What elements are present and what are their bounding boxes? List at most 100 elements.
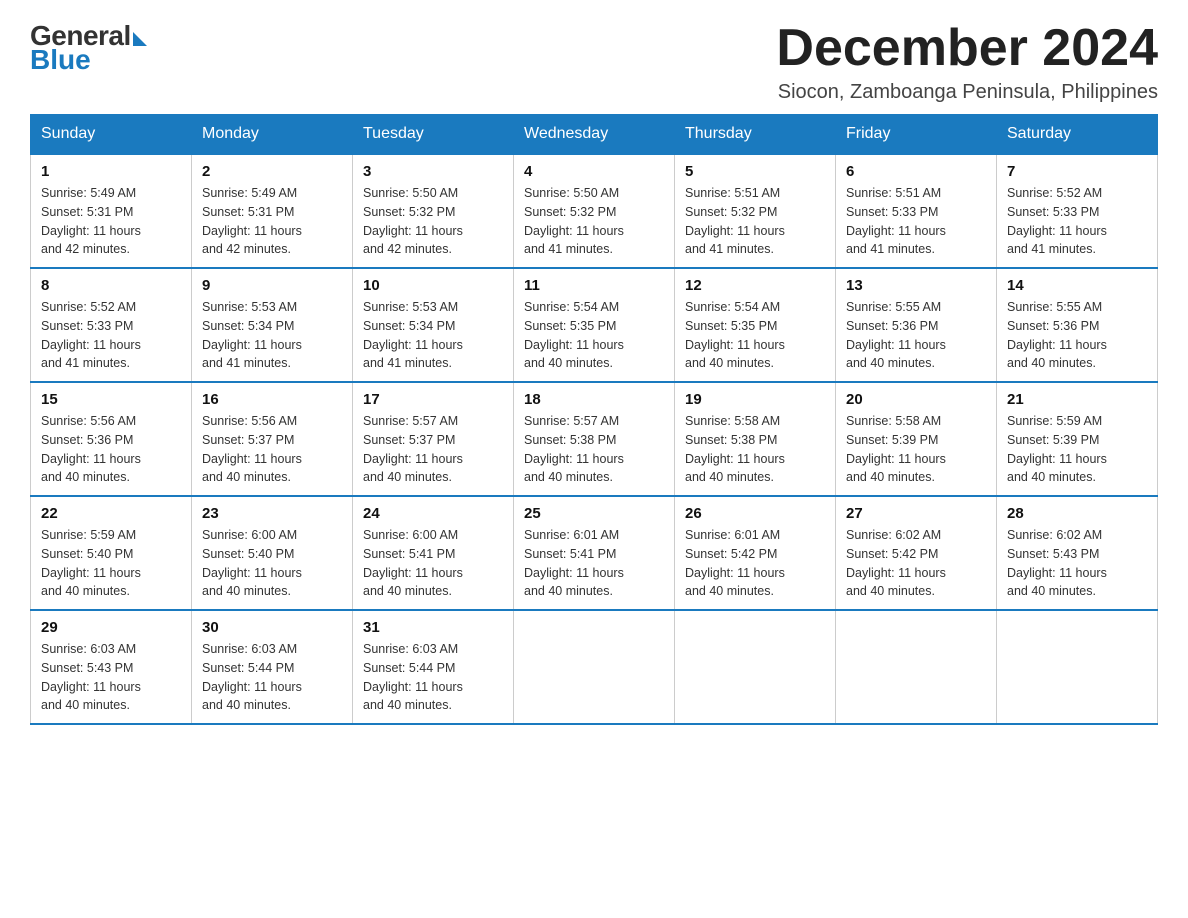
- day-number: 19: [685, 391, 825, 408]
- title-area: December 2024 Siocon, Zamboanga Peninsul…: [776, 20, 1158, 104]
- day-info: Sunrise: 6:01 AM Sunset: 5:41 PM Dayligh…: [524, 526, 664, 601]
- calendar-cell: 26 Sunrise: 6:01 AM Sunset: 5:42 PM Dayl…: [675, 496, 836, 610]
- day-number: 11: [524, 277, 664, 294]
- week-row-1: 1 Sunrise: 5:49 AM Sunset: 5:31 PM Dayli…: [31, 154, 1158, 268]
- calendar-table: Sunday Monday Tuesday Wednesday Thursday…: [30, 114, 1158, 725]
- calendar-cell: 20 Sunrise: 5:58 AM Sunset: 5:39 PM Dayl…: [836, 382, 997, 496]
- calendar-cell: 16 Sunrise: 5:56 AM Sunset: 5:37 PM Dayl…: [192, 382, 353, 496]
- calendar-cell: 8 Sunrise: 5:52 AM Sunset: 5:33 PM Dayli…: [31, 268, 192, 382]
- calendar-cell: [514, 610, 675, 724]
- page-header: General Blue December 2024 Siocon, Zambo…: [30, 20, 1158, 104]
- calendar-cell: 28 Sunrise: 6:02 AM Sunset: 5:43 PM Dayl…: [997, 496, 1158, 610]
- day-info: Sunrise: 5:52 AM Sunset: 5:33 PM Dayligh…: [41, 298, 181, 373]
- day-info: Sunrise: 5:56 AM Sunset: 5:36 PM Dayligh…: [41, 412, 181, 487]
- calendar-cell: 14 Sunrise: 5:55 AM Sunset: 5:36 PM Dayl…: [997, 268, 1158, 382]
- day-info: Sunrise: 5:57 AM Sunset: 5:38 PM Dayligh…: [524, 412, 664, 487]
- day-info: Sunrise: 5:54 AM Sunset: 5:35 PM Dayligh…: [524, 298, 664, 373]
- day-info: Sunrise: 6:03 AM Sunset: 5:43 PM Dayligh…: [41, 640, 181, 715]
- day-number: 24: [363, 505, 503, 522]
- day-info: Sunrise: 5:57 AM Sunset: 5:37 PM Dayligh…: [363, 412, 503, 487]
- day-number: 28: [1007, 505, 1147, 522]
- day-number: 23: [202, 505, 342, 522]
- calendar-cell: 11 Sunrise: 5:54 AM Sunset: 5:35 PM Dayl…: [514, 268, 675, 382]
- day-number: 29: [41, 619, 181, 636]
- calendar-cell: 21 Sunrise: 5:59 AM Sunset: 5:39 PM Dayl…: [997, 382, 1158, 496]
- day-number: 30: [202, 619, 342, 636]
- calendar-cell: 4 Sunrise: 5:50 AM Sunset: 5:32 PM Dayli…: [514, 154, 675, 268]
- calendar-cell: 9 Sunrise: 5:53 AM Sunset: 5:34 PM Dayli…: [192, 268, 353, 382]
- day-number: 7: [1007, 163, 1147, 180]
- calendar-cell: 10 Sunrise: 5:53 AM Sunset: 5:34 PM Dayl…: [353, 268, 514, 382]
- day-info: Sunrise: 5:59 AM Sunset: 5:39 PM Dayligh…: [1007, 412, 1147, 487]
- calendar-cell: 7 Sunrise: 5:52 AM Sunset: 5:33 PM Dayli…: [997, 154, 1158, 268]
- day-number: 17: [363, 391, 503, 408]
- calendar-cell: 25 Sunrise: 6:01 AM Sunset: 5:41 PM Dayl…: [514, 496, 675, 610]
- week-row-3: 15 Sunrise: 5:56 AM Sunset: 5:36 PM Dayl…: [31, 382, 1158, 496]
- day-info: Sunrise: 5:55 AM Sunset: 5:36 PM Dayligh…: [1007, 298, 1147, 373]
- logo-blue-text: Blue: [30, 44, 91, 76]
- day-info: Sunrise: 5:51 AM Sunset: 5:33 PM Dayligh…: [846, 184, 986, 259]
- day-info: Sunrise: 5:52 AM Sunset: 5:33 PM Dayligh…: [1007, 184, 1147, 259]
- day-info: Sunrise: 5:51 AM Sunset: 5:32 PM Dayligh…: [685, 184, 825, 259]
- day-info: Sunrise: 6:02 AM Sunset: 5:43 PM Dayligh…: [1007, 526, 1147, 601]
- header-monday: Monday: [192, 115, 353, 155]
- day-info: Sunrise: 6:00 AM Sunset: 5:41 PM Dayligh…: [363, 526, 503, 601]
- day-info: Sunrise: 5:56 AM Sunset: 5:37 PM Dayligh…: [202, 412, 342, 487]
- day-number: 18: [524, 391, 664, 408]
- weekday-header-row: Sunday Monday Tuesday Wednesday Thursday…: [31, 115, 1158, 155]
- day-number: 15: [41, 391, 181, 408]
- header-saturday: Saturday: [997, 115, 1158, 155]
- day-number: 27: [846, 505, 986, 522]
- day-number: 1: [41, 163, 181, 180]
- day-info: Sunrise: 6:02 AM Sunset: 5:42 PM Dayligh…: [846, 526, 986, 601]
- day-info: Sunrise: 6:00 AM Sunset: 5:40 PM Dayligh…: [202, 526, 342, 601]
- calendar-cell: 29 Sunrise: 6:03 AM Sunset: 5:43 PM Dayl…: [31, 610, 192, 724]
- calendar-cell: 19 Sunrise: 5:58 AM Sunset: 5:38 PM Dayl…: [675, 382, 836, 496]
- day-number: 14: [1007, 277, 1147, 294]
- day-number: 16: [202, 391, 342, 408]
- day-info: Sunrise: 6:03 AM Sunset: 5:44 PM Dayligh…: [363, 640, 503, 715]
- day-info: Sunrise: 5:58 AM Sunset: 5:38 PM Dayligh…: [685, 412, 825, 487]
- day-number: 4: [524, 163, 664, 180]
- calendar-cell: 2 Sunrise: 5:49 AM Sunset: 5:31 PM Dayli…: [192, 154, 353, 268]
- month-title: December 2024: [776, 20, 1158, 77]
- day-info: Sunrise: 5:55 AM Sunset: 5:36 PM Dayligh…: [846, 298, 986, 373]
- week-row-2: 8 Sunrise: 5:52 AM Sunset: 5:33 PM Dayli…: [31, 268, 1158, 382]
- day-info: Sunrise: 5:54 AM Sunset: 5:35 PM Dayligh…: [685, 298, 825, 373]
- calendar-cell: [997, 610, 1158, 724]
- location-subtitle: Siocon, Zamboanga Peninsula, Philippines: [776, 81, 1158, 104]
- calendar-cell: 23 Sunrise: 6:00 AM Sunset: 5:40 PM Dayl…: [192, 496, 353, 610]
- day-number: 25: [524, 505, 664, 522]
- calendar-cell: [675, 610, 836, 724]
- calendar-cell: 1 Sunrise: 5:49 AM Sunset: 5:31 PM Dayli…: [31, 154, 192, 268]
- day-number: 26: [685, 505, 825, 522]
- calendar-cell: [836, 610, 997, 724]
- week-row-4: 22 Sunrise: 5:59 AM Sunset: 5:40 PM Dayl…: [31, 496, 1158, 610]
- header-tuesday: Tuesday: [353, 115, 514, 155]
- calendar-cell: 6 Sunrise: 5:51 AM Sunset: 5:33 PM Dayli…: [836, 154, 997, 268]
- header-sunday: Sunday: [31, 115, 192, 155]
- day-number: 10: [363, 277, 503, 294]
- day-number: 8: [41, 277, 181, 294]
- day-number: 20: [846, 391, 986, 408]
- day-info: Sunrise: 5:50 AM Sunset: 5:32 PM Dayligh…: [524, 184, 664, 259]
- calendar-cell: 27 Sunrise: 6:02 AM Sunset: 5:42 PM Dayl…: [836, 496, 997, 610]
- day-number: 12: [685, 277, 825, 294]
- day-number: 2: [202, 163, 342, 180]
- day-number: 3: [363, 163, 503, 180]
- calendar-cell: 22 Sunrise: 5:59 AM Sunset: 5:40 PM Dayl…: [31, 496, 192, 610]
- logo-arrow-icon: [133, 32, 147, 46]
- calendar-cell: 18 Sunrise: 5:57 AM Sunset: 5:38 PM Dayl…: [514, 382, 675, 496]
- calendar-cell: 12 Sunrise: 5:54 AM Sunset: 5:35 PM Dayl…: [675, 268, 836, 382]
- day-number: 5: [685, 163, 825, 180]
- day-info: Sunrise: 6:01 AM Sunset: 5:42 PM Dayligh…: [685, 526, 825, 601]
- calendar-cell: 15 Sunrise: 5:56 AM Sunset: 5:36 PM Dayl…: [31, 382, 192, 496]
- day-number: 6: [846, 163, 986, 180]
- day-number: 31: [363, 619, 503, 636]
- header-wednesday: Wednesday: [514, 115, 675, 155]
- day-info: Sunrise: 5:49 AM Sunset: 5:31 PM Dayligh…: [202, 184, 342, 259]
- header-friday: Friday: [836, 115, 997, 155]
- day-info: Sunrise: 5:58 AM Sunset: 5:39 PM Dayligh…: [846, 412, 986, 487]
- day-number: 13: [846, 277, 986, 294]
- calendar-cell: 31 Sunrise: 6:03 AM Sunset: 5:44 PM Dayl…: [353, 610, 514, 724]
